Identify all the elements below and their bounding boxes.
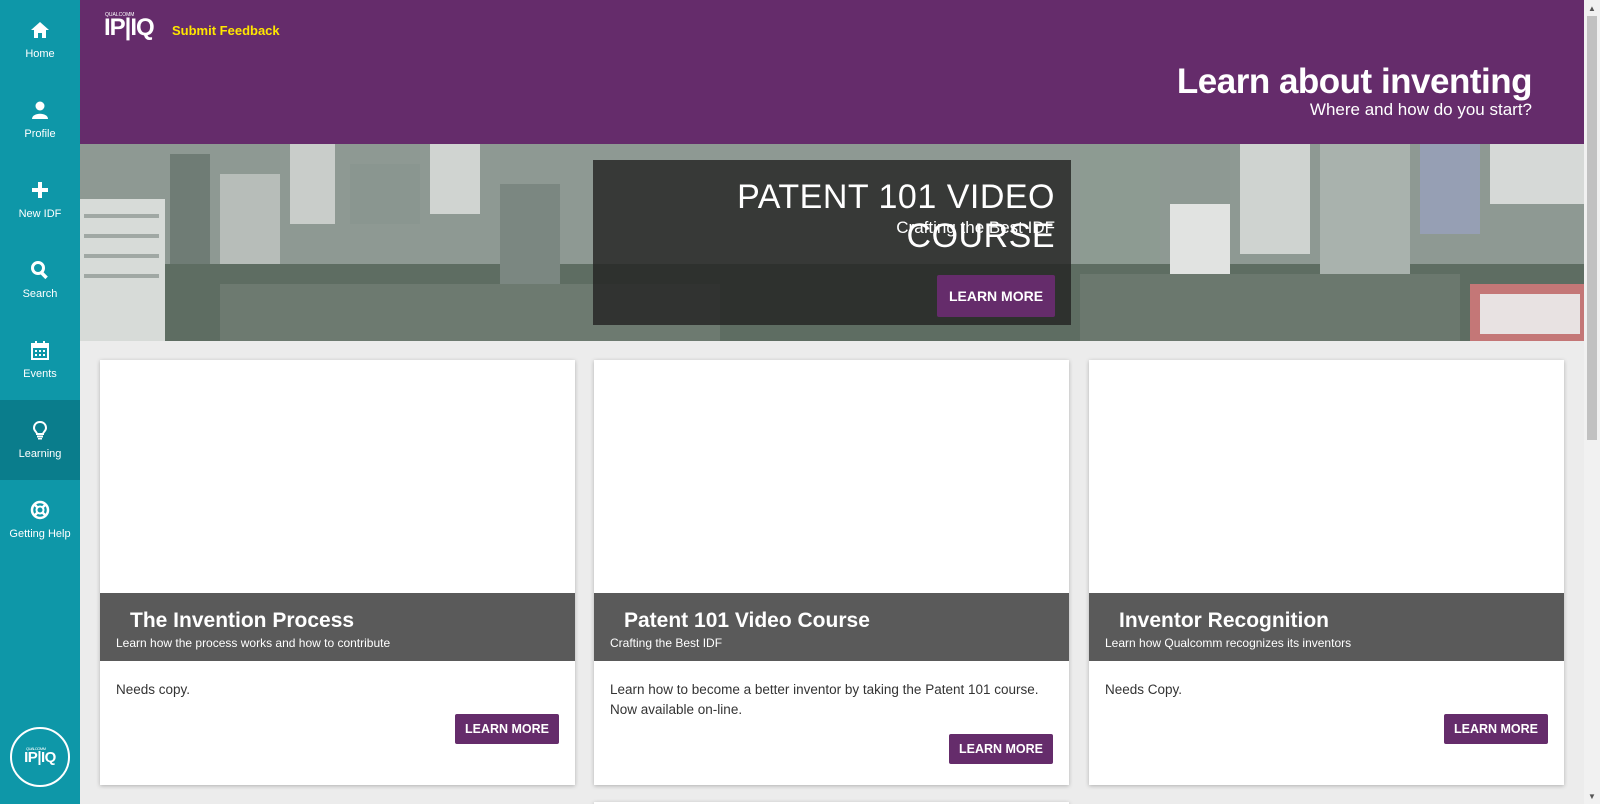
logo-text: IP|IQ [24, 748, 56, 766]
sidebar: Home Profile New IDF Search Events Learn… [0, 0, 80, 804]
sidebar-item-label: Search [22, 288, 58, 300]
sidebar-item-learning[interactable]: Learning [0, 400, 80, 480]
page-title: Learn about inventing [1176, 62, 1533, 101]
sidebar-item-label: Home [25, 48, 55, 60]
sidebar-item-label: Events [23, 368, 57, 380]
page-subtitle: Where and how do you start? [1309, 100, 1532, 119]
logo-small-text: QUALCOMM [105, 12, 135, 18]
card-inventor-recognition: Inventor Recognition Learn how Qualcomm … [1089, 360, 1564, 785]
logo-text: IP|IQ [104, 14, 155, 41]
sidebar-item-search[interactable]: Search [0, 240, 80, 318]
scroll-up-arrow-icon[interactable]: ▲ [1584, 0, 1600, 16]
banner-subtitle: Crafting the Best IDF [896, 218, 1055, 237]
home-icon [31, 22, 49, 38]
card-patent-101: Patent 101 Video Course Crafting the Bes… [594, 360, 1069, 785]
card-subtitle: Crafting the Best IDF [610, 636, 723, 650]
card-title: Patent 101 Video Course [624, 609, 870, 632]
card-body-text: Needs copy. [116, 682, 191, 697]
card-body-text: Learn how to become a better inventor by… [610, 682, 1039, 717]
learn-more-button[interactable]: LEARN MORE [949, 734, 1053, 764]
sidebar-item-label: Getting Help [9, 528, 71, 540]
scroll-down-arrow-icon[interactable]: ▼ [1584, 788, 1600, 804]
card-subtitle: Learn how the process works and how to c… [116, 636, 391, 650]
header: QUALCOMM IP|IQ Submit Feedback Learn abo… [80, 0, 1584, 144]
card-title: Inventor Recognition [1119, 609, 1329, 632]
sidebar-item-label: New IDF [18, 208, 62, 220]
banner-overlay-box: PATENT 101 VIDEO COURSE Crafting the Bes… [593, 160, 1071, 325]
search-icon [31, 261, 48, 280]
card-header-band: Patent 101 Video Course Crafting the Bes… [594, 593, 1069, 661]
sidebar-item-getting-help[interactable]: Getting Help [0, 480, 80, 558]
learn-more-button[interactable]: LEARN MORE [1444, 714, 1548, 744]
card-title: The Invention Process [130, 609, 355, 632]
vertical-scrollbar[interactable]: ▲ ▼ [1584, 0, 1600, 804]
banner-title: PATENT 101 VIDEO COURSE [737, 178, 1055, 255]
sidebar-item-label: Learning [18, 448, 62, 460]
sidebar-item-home[interactable]: Home [0, 0, 80, 78]
lifebuoy-icon [30, 500, 50, 520]
sidebar-logo[interactable]: QUALCOMM IP|IQ [10, 727, 70, 787]
plus-icon [32, 182, 48, 198]
submit-feedback-link[interactable]: Submit Feedback [172, 23, 280, 38]
scrollbar-thumb[interactable] [1587, 16, 1597, 440]
calendar-icon [31, 341, 49, 360]
card-header-band: The Invention Process Learn how the proc… [100, 593, 575, 661]
sidebar-item-label: Profile [24, 128, 56, 140]
sidebar-item-new-idf[interactable]: New IDF [0, 160, 80, 238]
card-header-band: Inventor Recognition Learn how Qualcomm … [1089, 593, 1564, 661]
sidebar-item-events[interactable]: Events [0, 320, 80, 398]
card-subtitle: Learn how Qualcomm recognizes its invent… [1105, 636, 1352, 650]
sidebar-item-profile[interactable]: Profile [0, 80, 80, 158]
banner-learn-more-button[interactable]: LEARN MORE [937, 275, 1055, 317]
logo-small-text: QUALCOMM [26, 746, 46, 751]
user-icon [32, 101, 48, 119]
lightbulb-icon [32, 420, 48, 440]
hero-banner: PATENT 101 VIDEO COURSE Crafting the Bes… [80, 144, 1584, 341]
card-invention-process: The Invention Process Learn how the proc… [100, 360, 575, 785]
learn-more-button[interactable]: LEARN MORE [455, 714, 559, 744]
card-body-text: Needs Copy. [1105, 682, 1183, 697]
brand-logo[interactable]: QUALCOMM IP|IQ [104, 12, 155, 42]
